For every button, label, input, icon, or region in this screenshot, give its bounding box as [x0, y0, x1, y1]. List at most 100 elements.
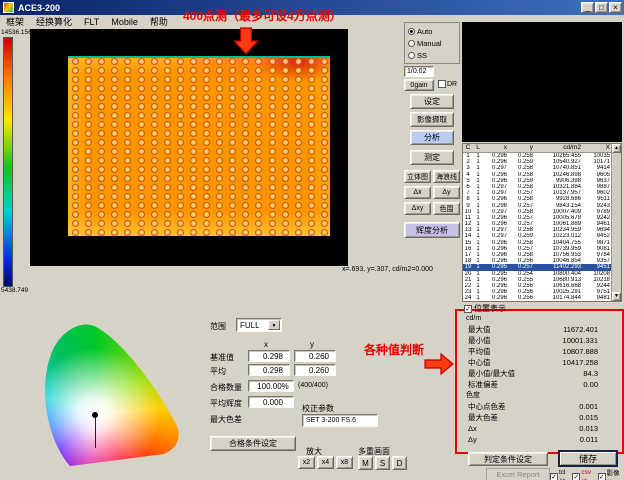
gamut-button[interactable]: 色围 [433, 202, 460, 215]
measure-point [242, 121, 249, 128]
measure-point [72, 175, 79, 182]
table-row[interactable]: 2410.2960.25610174.8449481 [463, 295, 612, 301]
zoom-x2-button[interactable]: x2 [298, 456, 315, 469]
measure-point [269, 139, 276, 146]
table-scrollbar[interactable]: ▲ ▼ [611, 144, 621, 301]
stat-row: 最大色差0.015 [462, 412, 620, 423]
stat-value: 0.013 [579, 423, 598, 434]
measure-point [177, 202, 184, 209]
contour-view-button[interactable]: 海浪线 [433, 170, 460, 183]
mode-option-ss[interactable]: SS [408, 49, 459, 61]
measure-point [111, 67, 118, 74]
measure-point [72, 58, 79, 65]
delta-xy-button[interactable]: Δxy [404, 202, 431, 215]
measure-point [151, 157, 158, 164]
measure-point [242, 76, 249, 83]
solid-view-button[interactable]: 立体图 [404, 170, 431, 183]
judgement-settings-button[interactable]: 判定条件设定 [468, 452, 548, 466]
window-controls: _ □ × [581, 2, 622, 13]
measure-point [98, 94, 105, 101]
scroll-up-icon[interactable]: ▲ [612, 144, 621, 153]
chevron-down-icon[interactable]: ▼ [268, 320, 280, 330]
close-button[interactable]: × [609, 2, 622, 13]
measure-point [216, 157, 223, 164]
output-checkbox-影像档[interactable]: ✓影像档 [598, 467, 624, 480]
mode-option-auto[interactable]: Auto [408, 25, 459, 37]
measure-point [308, 58, 315, 65]
measure-point [111, 211, 118, 218]
minimize-button[interactable]: _ [581, 2, 594, 13]
measure-point [151, 85, 158, 92]
pass-condition-settings-button[interactable]: 合格条件设定 [210, 436, 296, 451]
measurement-table[interactable]: CLxycd/m2X 110.2960.25810265.45510035210… [462, 143, 622, 302]
measure-point [282, 94, 289, 101]
dr-checkbox[interactable]: DR [438, 80, 457, 88]
zoom-x8-button[interactable]: x8 [336, 456, 353, 469]
measure-point [85, 139, 92, 146]
reference-y-field[interactable]: 0.260 [294, 350, 336, 362]
menu-item[interactable]: 帮助 [144, 15, 174, 28]
mode-option-manual[interactable]: Manual [408, 37, 459, 49]
measure-point [111, 175, 118, 182]
range-label: 范围 [210, 321, 226, 332]
measure-point [124, 148, 131, 155]
exposure-field[interactable]: 1/0.02 [404, 66, 434, 77]
save-button[interactable]: 储存 [558, 450, 618, 467]
capture-button[interactable]: 影像撷取 [410, 112, 454, 127]
delta-x-button[interactable]: Δx [404, 186, 431, 199]
measure-point [151, 58, 158, 65]
measure-point [138, 157, 145, 164]
measure-point [216, 94, 223, 101]
measure-point [321, 103, 328, 110]
measure-button[interactable]: 测定 [410, 150, 454, 165]
menu-item[interactable]: 经换算化 [30, 15, 78, 28]
output-checkbox-tcl档[interactable]: ✓tcl档 [550, 469, 570, 480]
scale-min-value: 5438.749 [1, 287, 28, 294]
column-y-label: y [310, 340, 314, 349]
stat-row: 平均值10807.888 [462, 346, 620, 357]
settings-button[interactable]: 设定 [410, 94, 454, 109]
multi-d-button[interactable]: D [392, 456, 407, 470]
zoom-x4-button[interactable]: x4 [317, 456, 334, 469]
measure-point [269, 85, 276, 92]
app-icon [3, 2, 14, 13]
measurement-view[interactable] [30, 29, 348, 266]
multi-s-button[interactable]: S [375, 456, 390, 470]
delta-y-button[interactable]: Δy [433, 186, 460, 199]
menu-item[interactable]: FLT [78, 17, 105, 27]
column-x-label: x [264, 340, 268, 349]
output-checkbox-csv档[interactable]: ✓csv档 [572, 469, 595, 480]
range-select[interactable]: FULL ▼ [236, 318, 282, 332]
calibration-set-field[interactable]: SET 3-200 FS.6 [302, 414, 378, 427]
reference-x-field[interactable]: 0.298 [248, 350, 290, 362]
multi-m-button[interactable]: M [358, 456, 373, 470]
luminance-analysis-button[interactable]: 辉度分析 [404, 222, 460, 238]
measure-point [190, 229, 197, 236]
measure-point [216, 148, 223, 155]
measure-point [190, 202, 197, 209]
zoom-button-group: x2x4x8 [298, 456, 353, 469]
scroll-down-icon[interactable]: ▼ [612, 292, 621, 301]
excel-report-button[interactable]: Excel Report [486, 468, 550, 480]
measure-point [164, 193, 171, 200]
stat-value: 10417.258 [563, 357, 598, 368]
measure-point [242, 148, 249, 155]
measure-point [85, 175, 92, 182]
menu-item[interactable]: 框架 [0, 15, 30, 28]
measure-point [72, 220, 79, 227]
measure-point [308, 76, 315, 83]
annotation-right-arrow-icon [424, 352, 454, 376]
stat-value: 0.00 [583, 379, 598, 390]
zero-gain-button[interactable]: 0gain [404, 79, 434, 91]
analyze-button[interactable]: 分析 [410, 130, 454, 145]
maximize-button[interactable]: □ [595, 2, 608, 13]
measure-point [229, 148, 236, 155]
measure-point [321, 76, 328, 83]
measure-point [308, 148, 315, 155]
menu-item[interactable]: Mobile [105, 17, 144, 27]
measure-point [229, 103, 236, 110]
measure-point [255, 139, 262, 146]
measure-point [269, 193, 276, 200]
average-luminance-field: 0.000 [248, 396, 294, 408]
measure-point [190, 76, 197, 83]
